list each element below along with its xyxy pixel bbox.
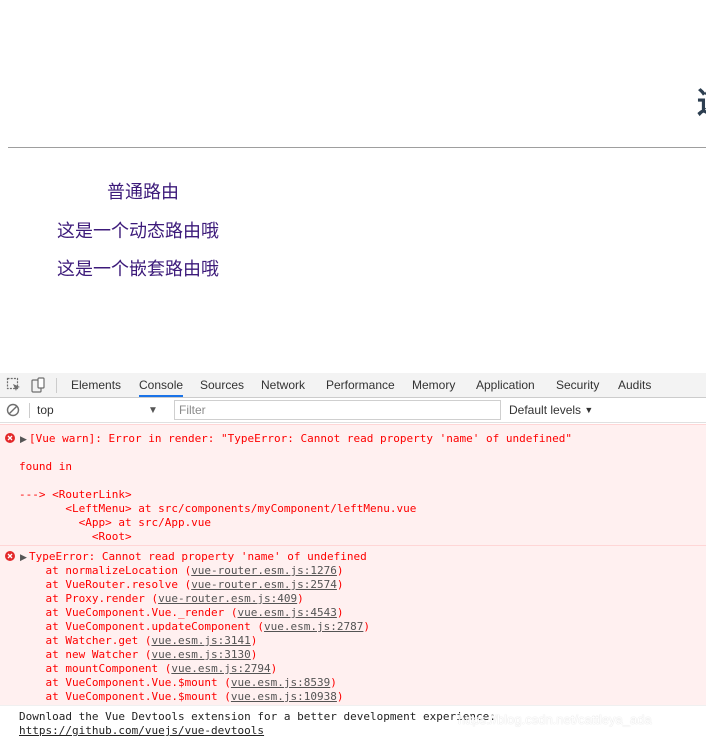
stack-frame: at VueComponent.Vue.$mount (vue.esm.js:8… [19,676,337,690]
source-link[interactable]: vue-router.esm.js:409 [158,592,297,605]
chevron-down-icon: ▼ [148,405,158,416]
source-link[interactable]: vue.esm.js:4543 [238,606,337,619]
toolbar-separator [56,378,57,393]
stack-frame-end: ) [363,620,371,633]
source-link[interactable]: vue-router.esm.js:2574 [191,578,337,591]
error-title: [Vue warn]: Error in render: "TypeError:… [29,432,573,445]
tab-memory[interactable]: Memory [412,373,455,397]
toolbar-separator [29,403,30,418]
component-trace-line: <LeftMenu> at src/components/myComponent… [19,502,417,515]
error-icon [5,433,15,443]
component-trace-line: <App> at src/App.vue [19,516,212,529]
stack-frame: at Proxy.render (vue-router.esm.js:409) [19,592,304,606]
tab-sources[interactable]: Sources [200,373,244,397]
source-link[interactable]: vue.esm.js:10938 [231,690,337,703]
stack-frame-fn: at VueComponent.updateComponent ( [19,620,265,633]
stack-frame-fn: at VueComponent.Vue.$mount ( [19,690,231,703]
expand-triangle-icon[interactable]: ▶ [20,550,27,564]
device-toolbar-icon[interactable] [30,377,46,393]
stack-frame-end: ) [330,676,337,689]
tab-console[interactable]: Console [139,373,184,397]
stack-frame: at mountComponent (vue.esm.js:2794) [19,662,277,676]
stack-frame-fn: at Watcher.get ( [19,634,152,647]
stack-frame-end: ) [250,634,258,647]
stack-frame-end: ) [336,564,344,577]
stack-frame-fn: at VueRouter.resolve ( [19,578,192,591]
source-link[interactable]: vue-router.esm.js:1276 [191,564,337,577]
divider [8,147,706,148]
stack-frame: at VueComponent.Vue.$mount (vue.esm.js:1… [19,690,344,704]
stack-frame-fn: at Proxy.render ( [19,592,159,605]
console-error-message: ▶ [Vue warn]: Error in render: "TypeErro… [0,424,706,545]
stack-frame-end: ) [297,592,304,605]
log-levels-dropdown[interactable]: Default levels ▼ [509,401,593,420]
chevron-down-icon: ▼ [584,405,594,415]
stack-frame-fn: at VueComponent.Vue._render ( [19,606,238,619]
tab-audits[interactable]: Audits [618,373,651,397]
stack-frame-fn: at mountComponent ( [19,662,172,675]
error-icon [5,551,15,561]
tab-performance[interactable]: Performance [326,373,395,397]
source-link[interactable]: vue.esm.js:3141 [151,634,250,647]
router-link-dynamic[interactable]: 这是一个动态路由哦 [57,220,219,244]
stack-frame: at VueComponent.Vue._render (vue.esm.js:… [19,606,344,620]
expand-triangle-icon[interactable]: ▶ [20,432,27,446]
stack-frame-end: ) [270,662,278,675]
stack-frame-end: ) [336,578,344,591]
log-url-line: https://github.com/vuejs/vue-devtools [19,724,264,738]
component-trace-line: <Root> [19,530,132,543]
stack-frame: at VueRouter.resolve (vue-router.esm.js:… [19,578,344,592]
tab-network[interactable]: Network [261,373,305,397]
stack-frame: at VueComponent.updateComponent (vue.esm… [19,620,370,634]
console-toolbar: top ▼ Default levels ▼ [0,398,706,423]
source-link[interactable]: vue.esm.js:8539 [231,676,330,689]
tab-security[interactable]: Security [556,373,599,397]
devtools-url-link[interactable]: https://github.com/vuejs/vue-devtools [19,724,264,737]
console-error-message: ▶ TypeError: Cannot read property 'name'… [0,545,706,705]
source-link[interactable]: vue.esm.js:3130 [151,648,250,661]
context-selector[interactable]: top [31,401,165,420]
devtools-panel: Elements Console Sources Network Perform… [0,373,706,742]
stack-frame-end: ) [250,648,258,661]
stack-frame: at new Watcher (vue.esm.js:3130) [19,648,257,662]
stack-frame-end: ) [336,606,344,619]
component-trace-line: ---> <RouterLink> [19,488,132,501]
log-text: Download the Vue Devtools extension for … [19,710,496,723]
source-link[interactable]: vue.esm.js:2794 [171,662,270,675]
stack-frame-fn: at normalizeLocation ( [19,564,192,577]
stack-frame-end: ) [336,690,344,703]
error-title: TypeError: Cannot read property 'name' o… [29,550,367,563]
router-link-normal[interactable]: 普通路由 [107,181,179,205]
stack-frame-fn: at VueComponent.Vue.$mount ( [19,676,231,689]
app-page: 这 普通路由 这是一个动态路由哦 这是一个嵌套路由哦 [0,0,706,373]
source-link[interactable]: vue.esm.js:2787 [264,620,363,633]
console-messages: ▶ [Vue warn]: Error in render: "TypeErro… [0,424,706,742]
tab-application[interactable]: Application [476,373,535,397]
page-heading: 这 [697,84,706,124]
tab-elements[interactable]: Elements [71,373,121,397]
watermark-text: https://blog.csdn.net/cattleya_ada [458,712,652,727]
devtools-tabbar: Elements Console Sources Network Perform… [0,373,706,398]
clear-console-icon[interactable] [6,403,20,417]
router-link-nested[interactable]: 这是一个嵌套路由哦 [57,258,219,282]
log-levels-label: Default levels [509,403,582,417]
filter-input[interactable] [174,400,501,420]
stack-frame: at Watcher.get (vue.esm.js:3141) [19,634,257,648]
inspect-element-icon[interactable] [6,377,22,393]
stack-frame-fn: at new Watcher ( [19,648,152,661]
stack-frame: at normalizeLocation (vue-router.esm.js:… [19,564,344,578]
error-found-in: found in [19,460,72,473]
